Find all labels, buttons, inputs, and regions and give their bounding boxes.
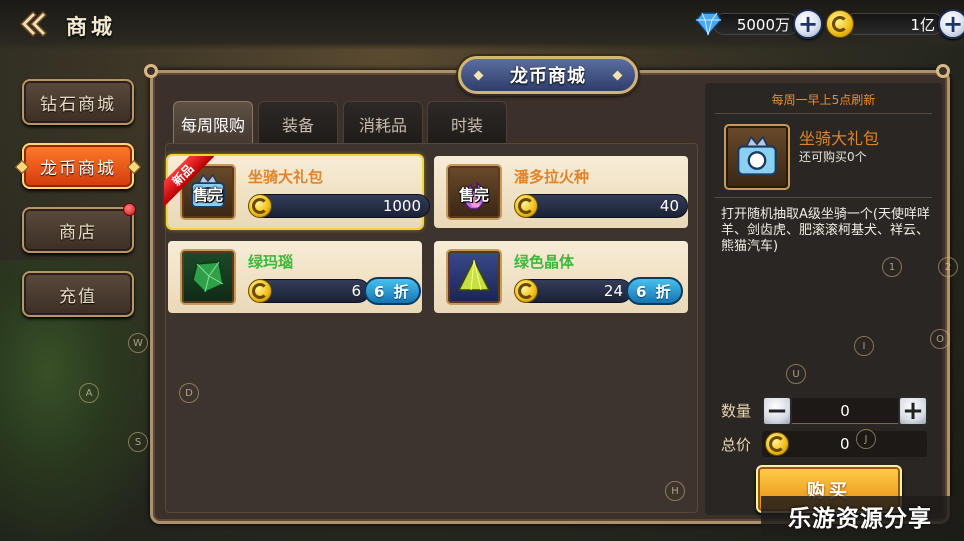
dragon-coin-icon	[826, 10, 854, 38]
coin-currency: 1亿 +	[826, 9, 964, 39]
notification-badge	[123, 203, 136, 216]
quantity-input[interactable]: 0	[790, 398, 900, 424]
sidebar-item-label: 龙币商城	[40, 158, 116, 179]
sidebar-item-shop[interactable]: 商店	[22, 203, 136, 253]
shop-item-pandora-flame[interactable]: 售完 潘多拉火种 40	[434, 156, 688, 228]
tab-fashion[interactable]: 时装	[427, 101, 507, 145]
top-bar: 商城 5000万 + 1亿 +	[0, 0, 964, 50]
dragon-coin-icon	[514, 279, 538, 303]
key-hint-d: D	[179, 383, 199, 403]
detail-remaining-count: 还可购买0个	[799, 150, 867, 164]
shop-item-green-agate[interactable]: 绿玛瑙 6 6 折	[168, 241, 422, 313]
diamond-currency: 5000万 +	[693, 9, 823, 39]
tab-label: 装备	[281, 115, 314, 135]
sold-out-label: 售完	[458, 186, 489, 204]
panel-corner-ornament	[936, 64, 950, 78]
title-ornament	[612, 70, 623, 81]
left-diamond-ornament	[14, 159, 30, 175]
divider	[715, 197, 932, 198]
item-name: 绿玛瑙	[248, 253, 294, 271]
detail-item-icon	[724, 124, 790, 190]
sidebar-item-label: 充值	[59, 286, 97, 307]
key-hint-2: 2	[938, 257, 958, 277]
panel-title-text: 龙币商城	[510, 66, 586, 87]
dragon-coin-icon	[765, 432, 789, 456]
diamond-amount: 5000万	[713, 13, 799, 35]
green-crystal-icon	[446, 249, 502, 305]
key-hint-a: A	[79, 383, 99, 403]
agate-graphic	[192, 261, 224, 293]
panel-corner-ornament	[144, 64, 158, 78]
item-price: 40	[516, 194, 688, 218]
key-hint-j: J	[856, 429, 876, 449]
mount-chest-icon: 售完	[180, 164, 236, 220]
price-value: 24	[603, 282, 623, 300]
item-name: 潘多拉火种	[514, 168, 590, 186]
price-value: 1000	[382, 197, 421, 215]
dragon-coin-icon	[248, 194, 272, 218]
key-hint-h: H	[665, 481, 685, 501]
key-hint-o: O	[930, 329, 950, 349]
pandora-flame-icon: 售完	[446, 164, 502, 220]
back-button[interactable]	[16, 9, 50, 39]
increase-quantity-button[interactable]: +	[898, 396, 928, 426]
key-hint-u: U	[786, 364, 806, 384]
tab-label: 时装	[450, 115, 483, 135]
item-price: 1000	[250, 194, 430, 218]
tab-weekly-limited[interactable]: 每周限购	[173, 101, 253, 145]
discount-badge: 6 折	[364, 277, 421, 305]
tab-consumables[interactable]: 消耗品	[343, 101, 423, 145]
dragon-coin-icon	[248, 279, 272, 303]
sidebar-item-label: 钻石商城	[40, 94, 116, 115]
key-hint-1: 1	[882, 257, 902, 277]
price-value: 6	[351, 282, 361, 300]
back-arrow-icon	[19, 10, 48, 38]
refresh-note: 每周一早上5点刷新	[771, 93, 876, 107]
key-hint-w: W	[128, 333, 148, 353]
key-hint-s: S	[128, 432, 148, 452]
add-coin-button[interactable]: +	[938, 9, 964, 39]
item-name: 坐骑大礼包	[248, 168, 324, 186]
sidebar-item-dragon-coin-mall[interactable]: 龙币商城	[14, 143, 142, 189]
discount-badge: 6 折	[626, 277, 683, 305]
divider	[715, 113, 932, 114]
tab-label: 每周限购	[180, 115, 245, 135]
crystal-graphic	[457, 258, 491, 291]
right-diamond-ornament	[126, 159, 142, 175]
watermark: 乐游资源分享	[761, 496, 959, 536]
sidebar-item-diamond-mall[interactable]: 钻石商城	[22, 79, 134, 125]
sidebar-item-label: 商店	[59, 222, 97, 243]
detail-item-name: 坐骑大礼包	[799, 129, 880, 148]
coin-amount: 1亿	[844, 13, 944, 35]
tab-equipment[interactable]: 装备	[258, 101, 338, 145]
price-value: 40	[659, 197, 679, 215]
sold-out-label: 售完	[192, 186, 223, 204]
sidebar-item-recharge[interactable]: 充值	[22, 271, 134, 317]
chest-graphic	[737, 135, 777, 176]
key-hint-i: I	[854, 336, 874, 356]
quantity-label: 数量	[721, 402, 752, 420]
diamond-icon	[695, 12, 722, 37]
green-agate-icon	[180, 249, 236, 305]
panel-title: 龙币商城	[458, 56, 638, 94]
shop-item-green-crystal[interactable]: 绿色晶体 24 6 折	[434, 241, 688, 313]
title-ornament	[473, 70, 484, 81]
dragon-coin-icon	[514, 194, 538, 218]
total-price-label: 总价	[721, 436, 752, 454]
page-title: 商城	[66, 15, 116, 39]
total-price-value: 0	[840, 435, 850, 453]
add-diamond-button[interactable]: +	[793, 9, 823, 39]
shop-item-mount-pack[interactable]: 售完 新品 坐骑大礼包 1000	[164, 156, 430, 228]
detail-description: 打开随机抽取A级坐骑一个(天使咩咩羊、剑齿虎、肥滚滚柯基犬、祥云、熊猫汽车)	[721, 207, 930, 254]
tab-label: 消耗品	[358, 115, 407, 135]
decrease-quantity-button[interactable]: −	[762, 396, 792, 426]
item-name: 绿色晶体	[514, 253, 575, 271]
